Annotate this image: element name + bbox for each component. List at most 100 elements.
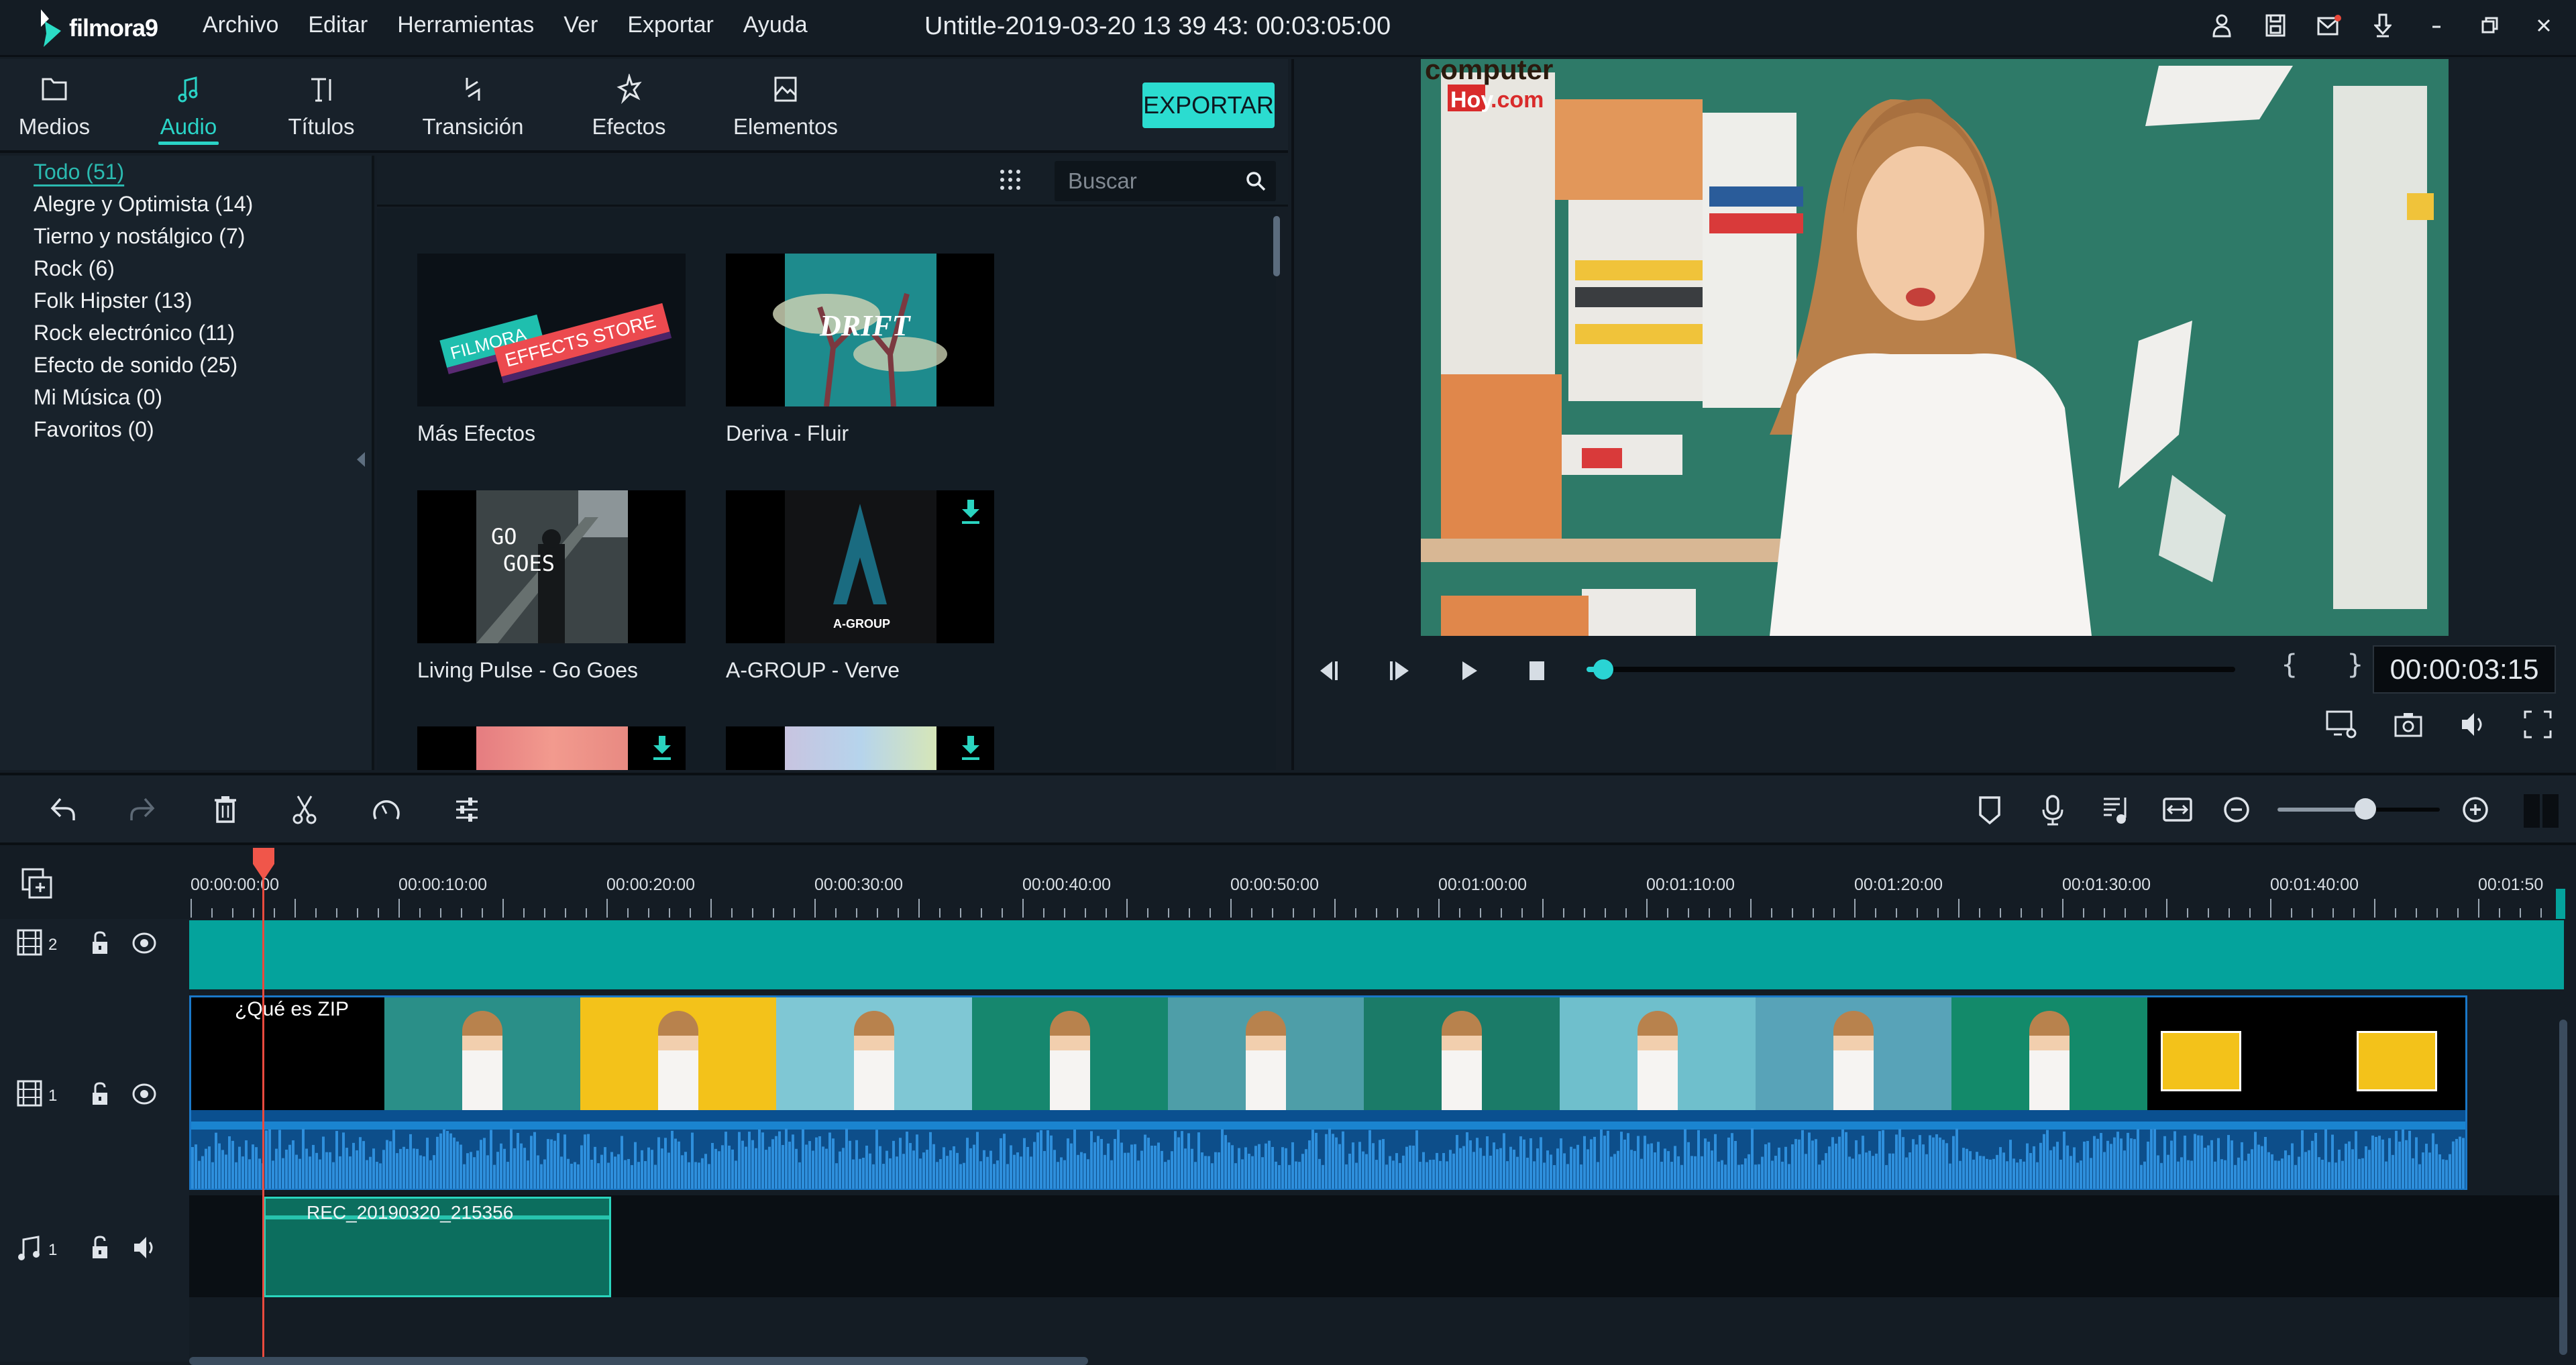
close-icon[interactable] bbox=[2530, 11, 2557, 40]
waveform-bar bbox=[1529, 1138, 1532, 1189]
grid-view-icon[interactable] bbox=[998, 168, 1022, 192]
marker-icon[interactable] bbox=[1974, 794, 2006, 826]
play-frame-icon[interactable] bbox=[1385, 656, 1414, 686]
visibility-eye-icon[interactable] bbox=[131, 930, 157, 957]
lock-icon[interactable] bbox=[87, 1081, 113, 1107]
waveform-bar bbox=[2462, 1138, 2465, 1189]
download-icon[interactable] bbox=[959, 734, 982, 761]
waveform-bar bbox=[1305, 1149, 1307, 1189]
menu-exportar[interactable]: Exportar bbox=[627, 12, 714, 38]
zoom-in-icon[interactable] bbox=[2459, 794, 2491, 826]
filmstrip-frame bbox=[2147, 997, 2343, 1110]
search-input[interactable] bbox=[1068, 168, 1236, 195]
display-settings-icon[interactable] bbox=[2324, 708, 2358, 741]
tab-audio[interactable]: Audio bbox=[149, 59, 228, 150]
waveform-bar bbox=[2006, 1161, 2008, 1189]
waveform-bar bbox=[1781, 1161, 1784, 1189]
timeline-ruler[interactable]: 00:00:00:00 00:00:10:00 00:00:20:00 00:00:3… bbox=[189, 847, 2564, 919]
zoom-out-icon[interactable] bbox=[2220, 794, 2253, 826]
ruler-tick bbox=[2520, 908, 2521, 918]
waveform-bar bbox=[1244, 1147, 1247, 1189]
stop-icon[interactable] bbox=[1523, 656, 1552, 686]
library-item[interactable]: DRIFT Deriva - Fluir bbox=[726, 254, 994, 446]
ruler-tick bbox=[606, 899, 608, 918]
panel-layout-toggle[interactable] bbox=[2524, 794, 2559, 828]
speaker-icon[interactable] bbox=[131, 1234, 157, 1261]
waveform-bar bbox=[758, 1129, 761, 1189]
library-item[interactable]: A-GROUP A-GROUP - Verve bbox=[726, 490, 994, 683]
mail-icon[interactable] bbox=[2316, 11, 2343, 40]
library-item[interactable]: FILMORA EFFECTS STORE Más Efectos bbox=[417, 254, 686, 446]
audio-mixer-icon[interactable] bbox=[2100, 794, 2132, 826]
fit-timeline-icon[interactable] bbox=[2161, 794, 2194, 826]
seek-bar[interactable] bbox=[1597, 667, 2235, 672]
lock-icon[interactable] bbox=[87, 930, 113, 957]
category-item[interactable]: Rock (6) bbox=[34, 252, 253, 284]
download-icon[interactable] bbox=[959, 498, 982, 525]
category-item[interactable]: Todo (51) bbox=[34, 156, 253, 188]
waveform-bar bbox=[1426, 1162, 1428, 1189]
waveform-bar bbox=[2267, 1152, 2270, 1189]
timeline-vertical-scrollbar[interactable] bbox=[2559, 1020, 2567, 1355]
playhead-handle[interactable] bbox=[250, 847, 277, 881]
save-icon[interactable] bbox=[2262, 11, 2289, 40]
menu-ver[interactable]: Ver bbox=[564, 12, 598, 38]
timeline-horizontal-scrollbar[interactable] bbox=[189, 1357, 1088, 1365]
tab-elementos[interactable]: Elementos bbox=[728, 59, 843, 150]
volume-icon[interactable] bbox=[2457, 708, 2490, 741]
restore-icon[interactable] bbox=[2477, 11, 2504, 40]
cut-icon[interactable] bbox=[288, 794, 321, 826]
previous-frame-icon[interactable] bbox=[1315, 656, 1344, 686]
library-item[interactable] bbox=[726, 726, 994, 770]
undo-icon[interactable] bbox=[47, 794, 79, 826]
menu-archivo[interactable]: Archivo bbox=[203, 12, 278, 38]
timeline-zoom-handle[interactable] bbox=[2354, 798, 2376, 820]
redo-icon[interactable] bbox=[126, 794, 158, 826]
add-track-icon[interactable] bbox=[20, 867, 55, 902]
user-icon[interactable] bbox=[2208, 11, 2235, 40]
search-icon[interactable] bbox=[1245, 170, 1267, 192]
ruler-tick bbox=[2499, 908, 2500, 918]
category-item[interactable]: Efecto de sonido (25) bbox=[34, 349, 253, 381]
lock-icon[interactable] bbox=[87, 1234, 113, 1261]
category-item[interactable]: Folk Hipster (13) bbox=[34, 284, 253, 317]
video-track-2-clip[interactable] bbox=[189, 920, 2564, 989]
tab-efectos[interactable]: Efectos bbox=[584, 59, 674, 150]
play-icon[interactable] bbox=[1454, 656, 1484, 686]
waveform-bar bbox=[1687, 1142, 1690, 1189]
snapshot-icon[interactable] bbox=[2392, 708, 2425, 741]
drift-album-art: DRIFT bbox=[773, 254, 947, 406]
library-item[interactable] bbox=[417, 726, 686, 770]
library-scrollbar[interactable] bbox=[1273, 216, 1280, 276]
menu-editar[interactable]: Editar bbox=[308, 12, 368, 38]
album-art bbox=[476, 726, 628, 770]
waveform-bar bbox=[1161, 1150, 1163, 1189]
tab-medios[interactable]: Medios bbox=[15, 59, 94, 150]
in-out-markers[interactable]: { } bbox=[2281, 649, 2384, 680]
category-item[interactable]: Rock electrónico (11) bbox=[34, 317, 253, 349]
download-icon[interactable] bbox=[2369, 11, 2396, 40]
adjust-icon[interactable] bbox=[451, 794, 483, 826]
visibility-eye-icon[interactable] bbox=[131, 1081, 157, 1107]
image-icon bbox=[774, 76, 797, 102]
category-item[interactable]: Alegre y Optimista (14) bbox=[34, 188, 253, 220]
speed-icon[interactable] bbox=[370, 794, 402, 826]
library-item[interactable]: GO GOES Living Pulse - Go Goes bbox=[417, 490, 686, 683]
category-item[interactable]: Tierno y nostálgico (7) bbox=[34, 220, 253, 252]
export-button[interactable]: EXPORTAR bbox=[1142, 83, 1275, 128]
category-item[interactable]: Mi Música (0) bbox=[34, 381, 253, 413]
fullscreen-icon[interactable] bbox=[2521, 708, 2555, 741]
menu-ayuda[interactable]: Ayuda bbox=[743, 12, 808, 38]
collapse-panel-icon[interactable] bbox=[356, 451, 366, 468]
delete-icon[interactable] bbox=[209, 794, 241, 826]
seek-handle[interactable] bbox=[1593, 659, 1613, 679]
microphone-icon[interactable] bbox=[2037, 794, 2069, 826]
minimize-icon[interactable] bbox=[2423, 11, 2450, 40]
tab-titulos[interactable]: Títulos bbox=[282, 59, 361, 150]
menu-herramientas[interactable]: Herramientas bbox=[397, 12, 534, 38]
waveform-bar bbox=[1707, 1142, 1710, 1189]
waveform-bar bbox=[2184, 1136, 2186, 1189]
category-item[interactable]: Favoritos (0) bbox=[34, 413, 253, 445]
download-icon[interactable] bbox=[651, 734, 674, 761]
tab-transicion[interactable]: Transición bbox=[416, 59, 530, 150]
